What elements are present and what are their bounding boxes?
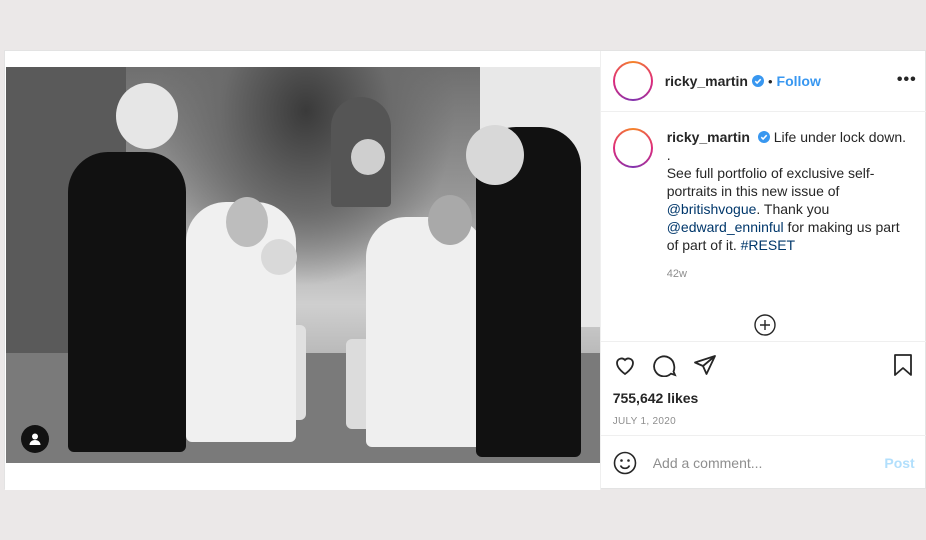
mention-link[interactable]: @britishvogue [667,201,757,217]
follow-button[interactable]: Follow [777,73,821,89]
more-options-icon[interactable]: ••• [897,71,917,89]
photo-head [261,239,297,275]
share-direct-icon[interactable] [693,353,717,377]
post-sidebar: ricky_martin • Follow ••• ricky_martin L… [599,51,926,490]
post-button[interactable]: Post [884,455,914,471]
comments-section: ricky_martin Life under lock down. . See… [601,112,926,340]
verified-badge-icon [757,131,770,143]
action-bar: 755,642 likes JULY 1, 2020 [600,341,926,427]
photo-head [226,197,268,247]
save-bookmark-icon[interactable] [891,353,915,377]
caption-line: . Thank you [756,201,830,217]
post-photo[interactable] [5,51,600,490]
comment-input[interactable] [652,455,885,471]
post-date: JULY 1, 2020 [612,416,676,427]
caption-username[interactable]: ricky_martin [667,129,750,145]
caption-line: See full portfolio of exclusive self-por… [666,165,875,199]
verified-badge-icon [751,75,764,87]
post-card: ricky_martin • Follow ••• ricky_martin L… [4,50,926,490]
caption-text: ricky_martin Life under lock down. . See… [667,128,907,254]
photo-head [351,139,385,175]
family-photo [6,67,600,463]
separator-dot: • [767,73,773,89]
avatar[interactable] [612,61,653,101]
comment-bubble-icon[interactable] [652,353,677,377]
caption: ricky_martin Life under lock down. . See… [612,128,915,254]
comment-time[interactable]: 42w [667,268,915,280]
photo-person [68,152,186,452]
avatar-image [614,63,651,99]
likes-count[interactable]: 755,642 likes [613,390,915,406]
load-more-comments-icon[interactable] [754,314,776,336]
caption-line: . [666,147,671,163]
tagged-users-icon[interactable] [21,425,49,453]
post-header: ricky_martin • Follow ••• [600,51,926,112]
caption-avatar[interactable] [612,128,653,254]
photo-head [466,125,524,185]
photo-head [428,195,472,245]
like-heart-icon[interactable] [613,353,637,377]
caption-line: Life under lock down. [773,129,907,145]
photo-head [116,83,178,149]
photo-person [366,217,486,447]
emoji-smiley-icon[interactable] [613,451,637,475]
hashtag-link[interactable]: #RESET [741,237,795,253]
add-comment-bar: Post [600,435,926,490]
mention-link[interactable]: @edward_enninful [667,219,784,235]
username-link[interactable]: ricky_martin [665,73,748,89]
